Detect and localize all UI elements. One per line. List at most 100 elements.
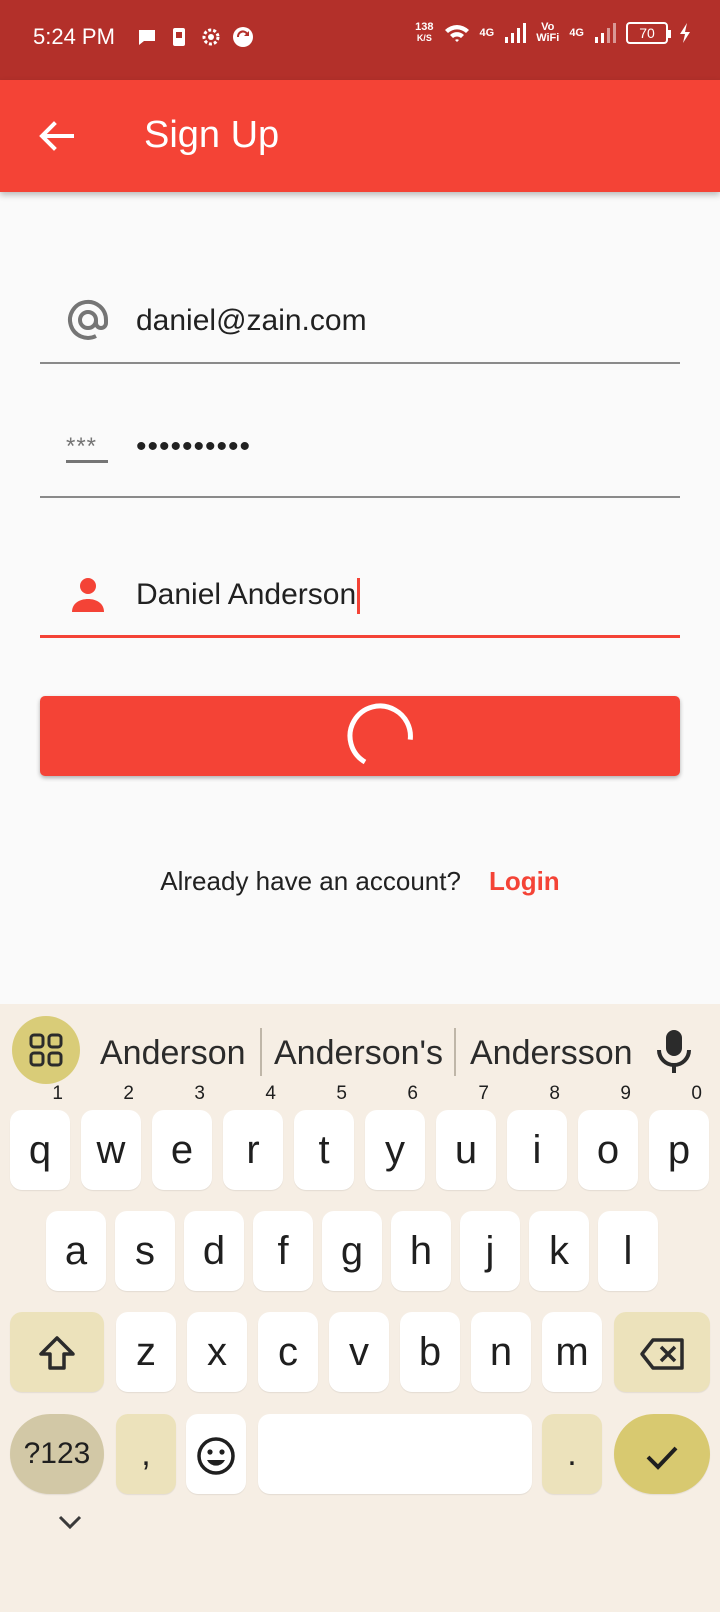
key-w[interactable]: w2 — [81, 1084, 141, 1190]
network-type-2: 4G — [569, 27, 584, 39]
key-label: q — [28, 1128, 52, 1172]
key-m[interactable]: m — [542, 1312, 602, 1392]
key-hint: 1 — [52, 1083, 63, 1104]
comma-key[interactable]: , — [116, 1414, 176, 1494]
key-label: u — [454, 1128, 478, 1172]
at-icon — [68, 299, 109, 340]
backspace-key[interactable] — [614, 1312, 710, 1392]
key-label: i — [532, 1128, 542, 1172]
backspace-icon — [640, 1338, 684, 1371]
microphone-icon[interactable] — [654, 1028, 694, 1074]
chevron-down-icon[interactable] — [56, 1512, 84, 1532]
suggestion-1[interactable]: Anderson — [100, 1034, 246, 1073]
key-d[interactable]: d — [184, 1211, 244, 1291]
password-icon: *** — [66, 433, 110, 480]
key-hint: 0 — [691, 1083, 702, 1104]
key-h[interactable]: h — [391, 1211, 451, 1291]
checkmark-icon — [646, 1447, 678, 1471]
key-label: y — [385, 1128, 405, 1172]
vowifi-line-2: WiFi — [536, 32, 560, 44]
key-f[interactable]: f — [253, 1211, 313, 1291]
sign-up-button[interactable] — [40, 696, 680, 776]
chat-icon — [136, 26, 158, 48]
shift-key[interactable] — [10, 1312, 104, 1392]
app-bar: Sign Up — [0, 80, 720, 192]
key-hint: 9 — [620, 1083, 631, 1104]
key-hint: 3 — [194, 1083, 205, 1104]
loading-spinner-icon — [347, 703, 413, 765]
key-v[interactable]: v — [329, 1312, 389, 1392]
login-link[interactable]: Login — [489, 866, 560, 896]
suggestion-3[interactable]: Andersson — [470, 1034, 633, 1073]
key-hint: 6 — [407, 1083, 418, 1104]
enter-key[interactable] — [614, 1414, 710, 1494]
key-b[interactable]: b — [400, 1312, 460, 1392]
key-k[interactable]: k — [529, 1211, 589, 1291]
key-hint: 5 — [336, 1083, 347, 1104]
name-input-text: Daniel Anderson — [136, 578, 357, 611]
space-key[interactable] — [258, 1414, 532, 1494]
key-label: r — [246, 1128, 260, 1172]
wifi-icon — [444, 25, 469, 42]
key-hint: 4 — [265, 1083, 276, 1104]
net-speed: 138 K/S — [415, 22, 433, 44]
key-s[interactable]: s — [115, 1211, 175, 1291]
text-cursor — [357, 578, 361, 615]
key-r[interactable]: r4 — [223, 1084, 283, 1190]
back-arrow-icon[interactable] — [36, 116, 76, 156]
person-icon — [72, 578, 104, 612]
keyboard-apps-button[interactable] — [12, 1016, 80, 1084]
suggestion-divider — [454, 1028, 456, 1076]
soft-keyboard: Anderson Anderson's Andersson q1w2e3r4t5… — [0, 1004, 720, 1612]
grid-icon — [29, 1033, 63, 1067]
symbols-key[interactable]: ?123 — [10, 1414, 104, 1494]
key-y[interactable]: y6 — [365, 1084, 425, 1190]
key-j[interactable]: j — [460, 1211, 520, 1291]
email-input[interactable]: daniel@zain.com — [136, 304, 367, 338]
status-indicators: 138 K/S 4G Vo WiFi 4G 70 — [415, 22, 692, 44]
key-x[interactable]: x — [187, 1312, 247, 1392]
key-i[interactable]: i8 — [507, 1084, 567, 1190]
net-speed-unit: K/S — [416, 33, 432, 43]
key-p[interactable]: p0 — [649, 1084, 709, 1190]
key-q[interactable]: q1 — [10, 1084, 70, 1190]
email-field[interactable]: daniel@zain.com — [40, 264, 680, 364]
password-field[interactable]: *** •••••••••• — [40, 398, 680, 498]
status-time: 5:24 PM — [33, 24, 115, 49]
login-prompt-text: Already have an account? — [160, 866, 461, 896]
key-l[interactable]: l — [598, 1211, 658, 1291]
emoji-key[interactable] — [186, 1414, 246, 1494]
key-t[interactable]: t5 — [294, 1084, 354, 1190]
vowifi-label: Vo WiFi — [536, 22, 559, 44]
shift-icon — [39, 1336, 75, 1371]
key-e[interactable]: e3 — [152, 1084, 212, 1190]
name-input[interactable]: Daniel Anderson — [136, 578, 361, 615]
key-label: o — [596, 1128, 620, 1172]
key-z[interactable]: z — [116, 1312, 176, 1392]
key-n[interactable]: n — [471, 1312, 531, 1392]
net-speed-value: 138 — [415, 21, 434, 33]
suggestion-divider — [260, 1028, 262, 1076]
suggestion-2[interactable]: Anderson's — [274, 1034, 443, 1073]
login-prompt: Already have an account? Login — [0, 866, 720, 897]
period-key[interactable]: . — [542, 1414, 602, 1494]
key-c[interactable]: c — [258, 1312, 318, 1392]
status-bar: 5:24 PM 138 K/S 4G Vo WiFi 4G 70 — [0, 0, 720, 80]
key-hint: 7 — [478, 1083, 489, 1104]
network-type-1: 4G — [479, 27, 495, 39]
name-field[interactable]: Daniel Anderson — [40, 538, 680, 638]
sync-icon — [232, 26, 254, 48]
key-g[interactable]: g — [322, 1211, 382, 1291]
key-u[interactable]: u7 — [436, 1084, 496, 1190]
password-icon-stars: *** — [66, 433, 98, 460]
page-title: Sign Up — [144, 114, 280, 156]
key-label: p — [667, 1128, 691, 1172]
key-label: e — [170, 1128, 194, 1172]
password-input[interactable]: •••••••••• — [136, 430, 251, 464]
emoji-icon — [197, 1437, 235, 1476]
key-o[interactable]: o9 — [578, 1084, 638, 1190]
signal-icon-1 — [505, 23, 527, 43]
charging-icon — [680, 23, 690, 43]
suggestion-bar: Anderson Anderson's Andersson — [0, 1004, 720, 1100]
key-a[interactable]: a — [46, 1211, 106, 1291]
